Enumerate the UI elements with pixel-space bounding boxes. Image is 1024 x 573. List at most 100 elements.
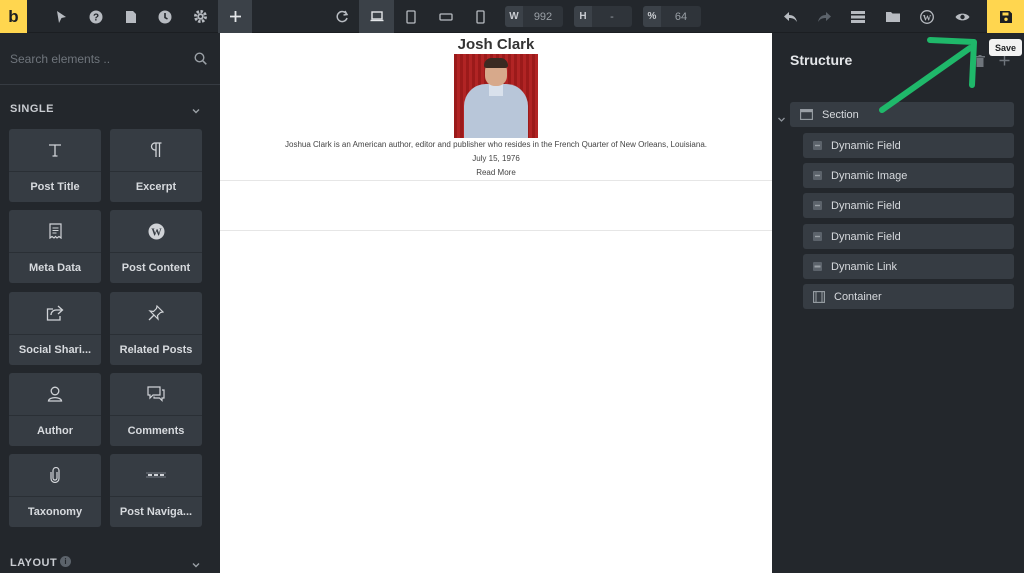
help-icon[interactable]: ? bbox=[85, 0, 107, 33]
structure-title: Structure bbox=[790, 52, 853, 68]
structure-item-label: Dynamic Field bbox=[831, 199, 901, 212]
svg-text:W: W bbox=[923, 12, 932, 22]
top-toolbar: b ? W 992 H - % 64 W bbox=[0, 0, 1024, 33]
element-label: Taxonomy bbox=[27, 506, 83, 518]
structure-section-label: Section bbox=[822, 108, 859, 121]
info-icon[interactable]: i bbox=[60, 556, 71, 567]
element-label: Excerpt bbox=[135, 181, 177, 193]
redo-icon[interactable] bbox=[813, 0, 835, 33]
chevron-down-icon[interactable] bbox=[777, 111, 786, 129]
add-elements-button[interactable] bbox=[218, 0, 252, 33]
tablet-portrait-icon[interactable] bbox=[400, 0, 422, 33]
element-label: Post Content bbox=[121, 262, 191, 274]
height-field[interactable]: H - bbox=[574, 6, 632, 27]
zoom-field[interactable]: % 64 bbox=[643, 6, 701, 27]
save-tooltip: Save bbox=[989, 39, 1022, 56]
width-field[interactable]: W 992 bbox=[505, 6, 563, 27]
pointer-icon[interactable] bbox=[50, 0, 72, 33]
search-input[interactable]: Search elements .. bbox=[10, 52, 110, 66]
group-single-header[interactable]: SINGLE bbox=[0, 99, 220, 119]
paperclip-icon bbox=[9, 454, 101, 497]
desktop-breakpoint-icon[interactable] bbox=[359, 0, 394, 33]
section-divider bbox=[220, 230, 772, 231]
structure-item[interactable]: Dynamic Field bbox=[803, 193, 1014, 218]
structure-item-label: Container bbox=[834, 290, 882, 303]
logo[interactable]: b bbox=[0, 0, 27, 33]
comments-icon bbox=[110, 373, 202, 416]
post-title-text[interactable]: Josh Clark bbox=[220, 36, 772, 53]
share-icon bbox=[9, 292, 101, 335]
pin-icon bbox=[110, 292, 202, 335]
element-post-content[interactable]: W Post Content bbox=[110, 210, 202, 283]
element-related-posts[interactable]: Related Posts bbox=[110, 292, 202, 365]
page-builder: b ? W 992 H - % 64 W Search elements .. … bbox=[0, 0, 1024, 573]
wordpress-icon[interactable]: W bbox=[916, 0, 938, 33]
save-button[interactable] bbox=[987, 0, 1024, 33]
element-meta-data[interactable]: Meta Data bbox=[9, 210, 101, 283]
element-comments[interactable]: Comments bbox=[110, 373, 202, 446]
chevron-down-icon bbox=[191, 103, 201, 121]
group-layout-title: LAYOUT bbox=[10, 557, 58, 569]
date-text[interactable]: July 15, 1976 bbox=[220, 154, 772, 163]
dynamic-data-icon bbox=[813, 171, 822, 180]
width-value[interactable]: 992 bbox=[523, 6, 563, 27]
preview-eye-icon[interactable] bbox=[951, 0, 973, 33]
zoom-value[interactable]: 64 bbox=[661, 6, 701, 27]
builder-canvas[interactable]: Josh Clark Joshua Clark is an American a… bbox=[220, 33, 772, 573]
element-taxonomy[interactable]: Taxonomy bbox=[9, 454, 101, 527]
search-icon[interactable] bbox=[194, 52, 207, 70]
wordpress-icon: W bbox=[110, 210, 202, 253]
user-icon bbox=[9, 373, 101, 416]
receipt-icon bbox=[9, 210, 101, 253]
read-more-link[interactable]: Read More bbox=[220, 168, 772, 177]
structure-layers-icon[interactable] bbox=[847, 0, 869, 33]
section-divider bbox=[220, 180, 772, 181]
svg-text:W: W bbox=[151, 227, 162, 238]
structure-item[interactable]: Dynamic Image bbox=[803, 163, 1014, 188]
templates-folder-icon[interactable] bbox=[882, 0, 904, 33]
structure-item[interactable]: Dynamic Field bbox=[803, 133, 1014, 158]
elements-panel: Search elements .. SINGLE Post Title Exc… bbox=[0, 33, 220, 573]
chevron-down-icon bbox=[191, 557, 201, 573]
element-post-navigation[interactable]: Post Naviga... bbox=[110, 454, 202, 527]
element-label: Related Posts bbox=[119, 344, 193, 356]
annotation-arrow-icon bbox=[879, 37, 977, 113]
refresh-icon[interactable] bbox=[331, 0, 353, 33]
structure-item[interactable]: Dynamic Field bbox=[803, 224, 1014, 249]
author-photo[interactable] bbox=[454, 54, 538, 138]
text-T-icon bbox=[9, 129, 101, 172]
element-label: Post Naviga... bbox=[119, 506, 193, 518]
mobile-landscape-icon[interactable] bbox=[435, 0, 457, 33]
height-value[interactable]: - bbox=[592, 6, 632, 27]
dots-icon bbox=[110, 454, 202, 497]
pilcrow-icon bbox=[110, 129, 202, 172]
undo-icon[interactable] bbox=[779, 0, 801, 33]
element-label: Author bbox=[36, 425, 74, 437]
element-post-title[interactable]: Post Title bbox=[9, 129, 101, 202]
history-icon[interactable] bbox=[154, 0, 176, 33]
excerpt-text[interactable]: Joshua Clark is an American author, edit… bbox=[220, 140, 772, 149]
dynamic-data-icon bbox=[813, 232, 822, 241]
mobile-portrait-icon[interactable] bbox=[469, 0, 491, 33]
structure-item-label: Dynamic Field bbox=[831, 230, 901, 243]
structure-item[interactable]: Container bbox=[803, 284, 1014, 309]
section-icon bbox=[800, 109, 813, 120]
element-label: Meta Data bbox=[29, 262, 81, 274]
pages-icon[interactable] bbox=[120, 0, 142, 33]
structure-item-label: Dynamic Field bbox=[831, 139, 901, 152]
save-disk-icon bbox=[999, 10, 1012, 23]
search-elements[interactable]: Search elements .. bbox=[0, 33, 220, 85]
element-author[interactable]: Author bbox=[9, 373, 101, 446]
height-label: H bbox=[574, 6, 592, 27]
element-label: Post Title bbox=[30, 181, 80, 193]
group-layout-header[interactable]: LAYOUT i bbox=[0, 553, 220, 573]
structure-item[interactable]: Dynamic Link bbox=[803, 254, 1014, 279]
zoom-label: % bbox=[643, 6, 661, 27]
svg-text:?: ? bbox=[93, 12, 99, 23]
settings-gear-icon[interactable] bbox=[189, 0, 211, 33]
element-excerpt[interactable]: Excerpt bbox=[110, 129, 202, 202]
element-social-sharing[interactable]: Social Shari... bbox=[9, 292, 101, 365]
element-label: Social Shari... bbox=[18, 344, 92, 356]
dynamic-data-icon bbox=[813, 141, 822, 150]
structure-item-label: Dynamic Link bbox=[831, 260, 898, 273]
